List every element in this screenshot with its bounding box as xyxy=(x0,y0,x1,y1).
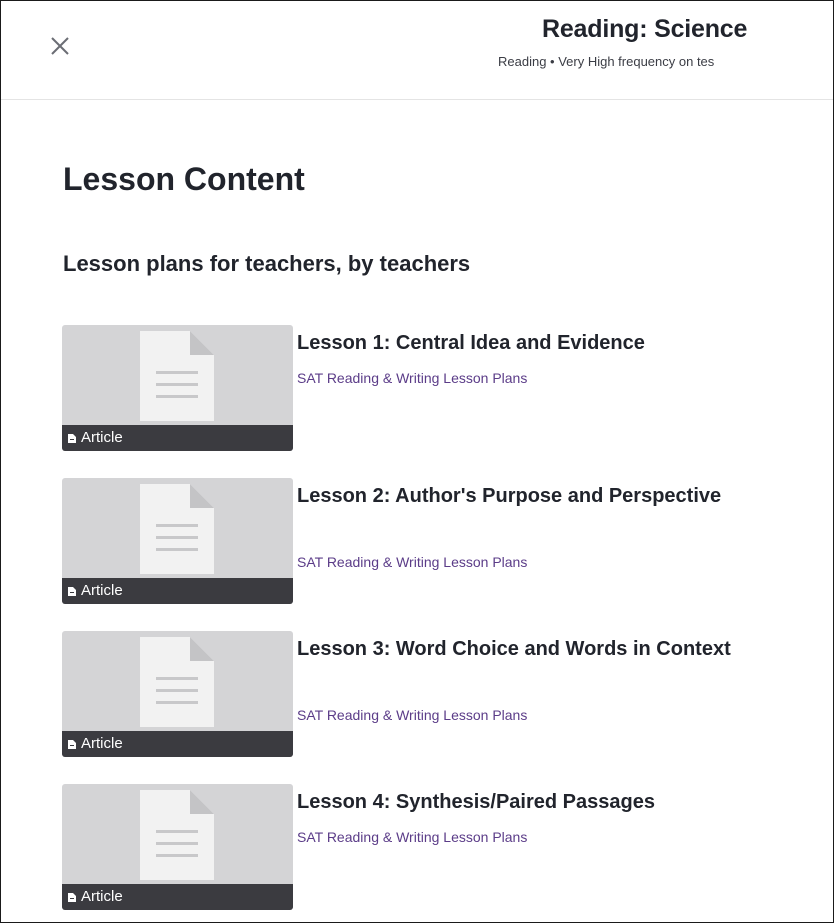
header-title: Reading: Science xyxy=(542,15,748,43)
article-badge: Article xyxy=(62,884,293,910)
panel-header: Reading: Science Reading • Very High fre… xyxy=(1,1,833,100)
lesson-card[interactable]: Article Lesson 4: Synthesis/Paired Passa… xyxy=(62,784,762,912)
section-title: Lesson plans for teachers, by teachers xyxy=(63,251,471,276)
article-badge-label: Article xyxy=(81,888,123,905)
article-badge-label: Article xyxy=(81,735,123,752)
lesson-card[interactable]: Article Lesson 3: Word Choice and Words … xyxy=(62,631,762,759)
lesson-card[interactable]: Article Lesson 1: Central Idea and Evide… xyxy=(62,325,762,453)
article-icon xyxy=(68,434,76,443)
article-icon xyxy=(68,587,76,596)
lesson-title[interactable]: Lesson 1: Central Idea and Evidence xyxy=(297,328,757,358)
header-subtitle: Reading • Very High frequency on tes xyxy=(498,54,715,69)
document-icon xyxy=(140,484,214,574)
lesson-thumbnail[interactable]: Article xyxy=(62,784,293,910)
lesson-title[interactable]: Lesson 3: Word Choice and Words in Conte… xyxy=(297,634,757,664)
document-icon xyxy=(140,331,214,421)
lesson-card[interactable]: Article Lesson 2: Author's Purpose and P… xyxy=(62,478,762,606)
article-badge: Article xyxy=(62,425,293,451)
article-icon xyxy=(68,893,76,902)
lesson-title[interactable]: Lesson 2: Author's Purpose and Perspecti… xyxy=(297,481,757,511)
article-badge-label: Article xyxy=(81,582,123,599)
lesson-subtitle[interactable]: SAT Reading & Writing Lesson Plans xyxy=(297,554,527,570)
lesson-title[interactable]: Lesson 4: Synthesis/Paired Passages xyxy=(297,787,757,817)
lesson-thumbnail[interactable]: Article xyxy=(62,325,293,451)
article-badge-label: Article xyxy=(81,429,123,446)
article-icon xyxy=(68,740,76,749)
lesson-subtitle[interactable]: SAT Reading & Writing Lesson Plans xyxy=(297,370,527,386)
close-button[interactable] xyxy=(47,33,73,59)
lesson-subtitle[interactable]: SAT Reading & Writing Lesson Plans xyxy=(297,829,527,845)
lesson-panel: Reading: Science Reading • Very High fre… xyxy=(0,0,834,923)
close-icon xyxy=(51,37,69,55)
document-icon xyxy=(140,790,214,880)
lesson-thumbnail[interactable]: Article xyxy=(62,478,293,604)
article-badge: Article xyxy=(62,578,293,604)
page-title: Lesson Content xyxy=(63,161,305,197)
lesson-subtitle[interactable]: SAT Reading & Writing Lesson Plans xyxy=(297,707,527,723)
document-icon xyxy=(140,637,214,727)
lesson-thumbnail[interactable]: Article xyxy=(62,631,293,757)
article-badge: Article xyxy=(62,731,293,757)
